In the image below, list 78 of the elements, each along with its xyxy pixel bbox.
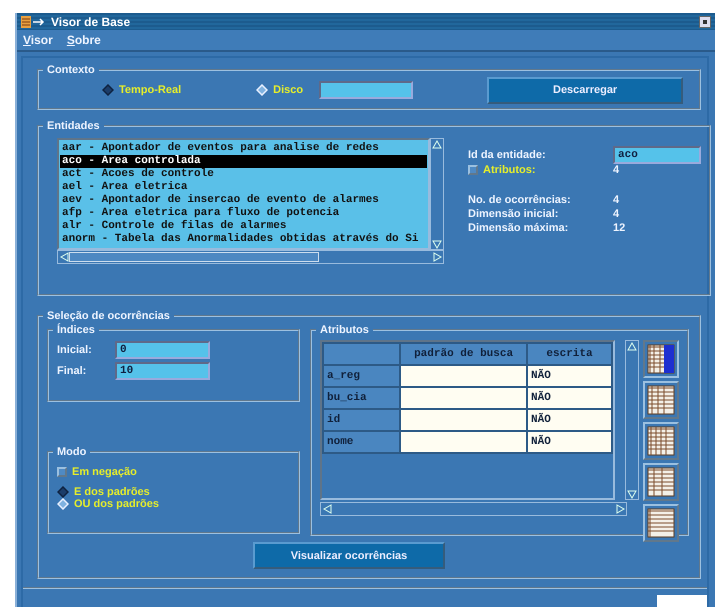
field-label: Inicial: <box>57 344 93 356</box>
horizontal-scrollbar[interactable] <box>57 250 444 264</box>
list-item[interactable]: act - Acoes de controle <box>60 168 427 181</box>
radio-label: Disco <box>273 84 304 96</box>
row-header: a_reg <box>323 365 400 387</box>
group-title: Contexto <box>47 64 95 76</box>
vertical-scrollbar[interactable] <box>430 138 444 250</box>
column-header: escrita <box>527 343 612 365</box>
pattern-cell[interactable] <box>400 409 528 431</box>
radio-label: Tempo-Real <box>119 84 182 96</box>
table-cell: NÃO <box>527 409 612 431</box>
field-label: Final: <box>57 365 88 377</box>
table-cell: NÃO <box>527 431 612 453</box>
field-label: Dimensão máxima: <box>468 222 570 234</box>
row-header: nome <box>323 431 400 453</box>
table-grid-icon <box>646 343 676 375</box>
list-item[interactable]: afp - Area eletrica para fluxo de potencia <box>60 207 427 220</box>
row-header: id <box>323 409 400 431</box>
field-value: 12 <box>613 222 626 234</box>
pattern-cell[interactable] <box>400 365 528 387</box>
window-menu-button[interactable] <box>699 16 711 28</box>
scroll-arrow-icon[interactable] <box>432 139 442 149</box>
scroll-arrow-icon[interactable] <box>59 252 69 262</box>
table-cell: NÃO <box>527 387 612 409</box>
horizontal-scrollbar[interactable] <box>320 502 627 516</box>
table-layout-button[interactable] <box>643 422 679 460</box>
disk-path-field[interactable] <box>319 81 414 99</box>
entity-list[interactable] <box>57 138 430 250</box>
list-item[interactable]: aco - Area controlada <box>60 155 427 168</box>
list-item[interactable]: ael - Area eletrica <box>60 181 427 194</box>
field-value: 4 <box>613 208 620 220</box>
checkbox[interactable] <box>57 467 67 477</box>
pattern-cell[interactable] <box>400 431 528 453</box>
group-title: Entidades <box>47 120 100 132</box>
scroll-arrow-icon[interactable] <box>627 341 637 351</box>
index-field[interactable]: 10 <box>115 362 210 380</box>
table-grid-icon <box>646 466 676 498</box>
group-title: Atributos <box>320 324 369 336</box>
column-header: padrão de busca <box>400 343 528 365</box>
checkbox[interactable] <box>468 165 478 175</box>
index-field[interactable]: 0 <box>115 341 210 359</box>
list-item[interactable]: aev - Apontador de insercao de evento de alarmes <box>60 194 427 207</box>
radio-label: OU dos padrões <box>74 498 159 510</box>
table-grid-icon <box>646 425 676 457</box>
pattern-cell[interactable] <box>400 387 528 409</box>
row-header: bu_cia <box>323 387 400 409</box>
group-title: Seleção de ocorrências <box>47 310 170 322</box>
vertical-scrollbar[interactable] <box>625 340 639 500</box>
menu-item[interactable]: Sobre <box>66 33 101 47</box>
menu-item[interactable]: Visor <box>23 33 53 47</box>
group-title: Modo <box>57 446 86 458</box>
window-title: Visor de Base <box>51 14 132 28</box>
list-item[interactable]: aar - Apontador de eventos para analise de redes <box>60 142 427 155</box>
table-layout-button[interactable] <box>643 340 679 378</box>
field-label: Id da entidade: <box>468 149 547 161</box>
radio-button[interactable] <box>102 84 114 96</box>
scroll-arrow-icon[interactable] <box>322 504 332 514</box>
radio-button[interactable] <box>57 486 69 498</box>
checkbox-label: Atributos: <box>483 164 536 176</box>
checkbox-label: Em negação <box>72 466 137 478</box>
table-layout-button[interactable] <box>643 381 679 419</box>
table-grid-icon <box>646 507 676 539</box>
list-item[interactable]: alr - Controle de filas de alarmes <box>60 220 427 233</box>
app-icon <box>21 16 47 28</box>
table-layout-button[interactable] <box>643 463 679 501</box>
table-grid-icon <box>646 384 676 416</box>
view-occurrences-button[interactable]: Visualizar ocorrências <box>253 542 445 569</box>
field-label: No. de ocorrências: <box>468 194 572 206</box>
field-value: 4 <box>613 164 620 176</box>
table-cell: NÃO <box>527 365 612 387</box>
radio-label: E dos padrões <box>74 486 150 498</box>
list-item[interactable]: anorm - Tabela das Anormalidades obtidas através do Si <box>60 233 427 246</box>
field-value: 4 <box>613 194 620 206</box>
group-title: Índices <box>57 324 95 336</box>
download-button[interactable]: Descarregar <box>487 76 684 104</box>
table-layout-button[interactable] <box>643 504 679 542</box>
field-label: Dimensão inicial: <box>468 208 560 220</box>
entity-id-field[interactable]: aco <box>613 146 701 164</box>
